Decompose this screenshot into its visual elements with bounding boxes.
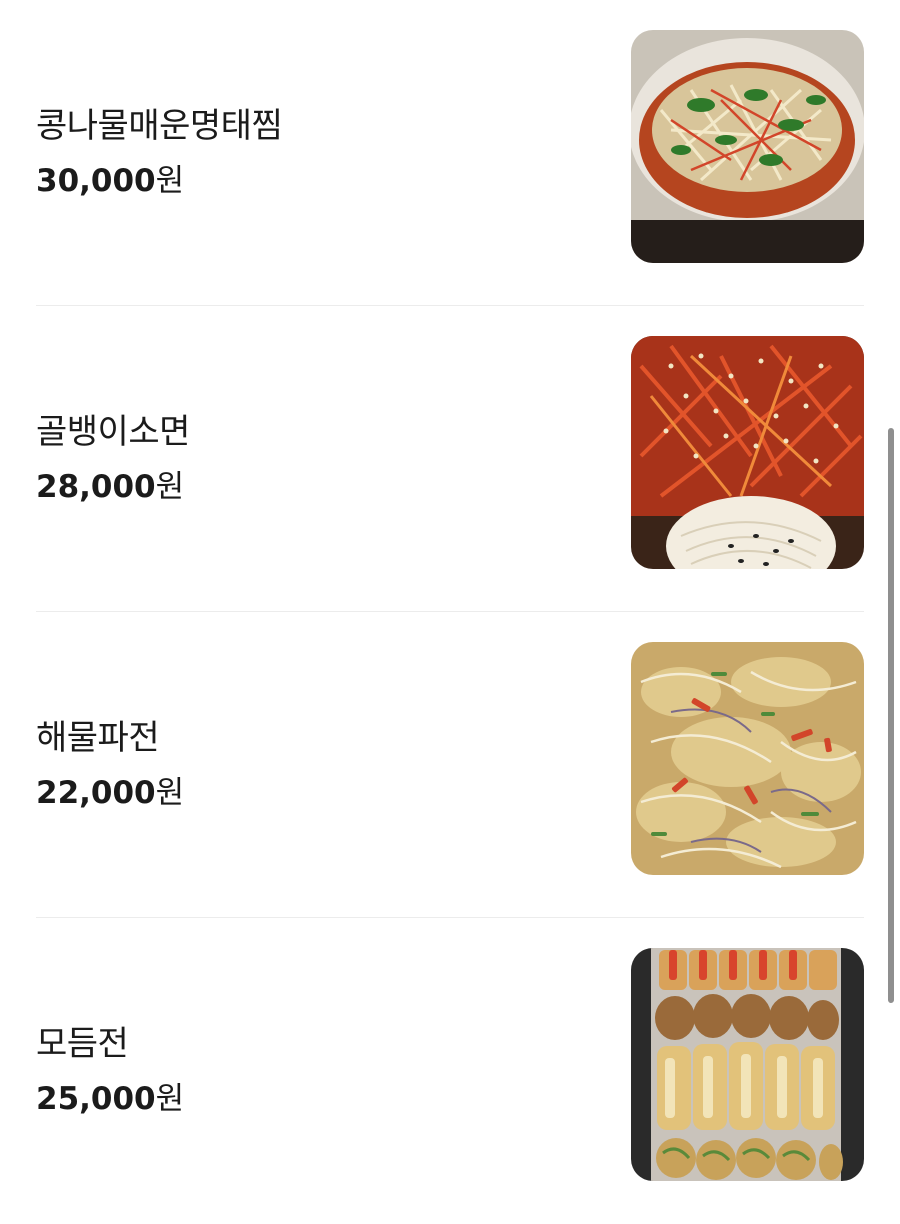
price-unit: 원 xyxy=(155,1081,185,1117)
menu-item-photo-assorted-jeon[interactable] xyxy=(631,948,864,1181)
menu-item-name: 콩나물매운명태찜 xyxy=(36,106,283,146)
menu-item-photo-spicy-pollock[interactable] xyxy=(631,30,864,263)
menu-item-photo-whelk-noodle[interactable] xyxy=(631,336,864,569)
menu-item[interactable]: 골뱅이소면 28,000원 xyxy=(36,306,864,612)
price-unit: 원 xyxy=(155,163,185,199)
menu-item[interactable]: 해물파전 22,000원 xyxy=(36,612,864,918)
menu-list: 콩나물매운명태찜 30,000원 골뱅이소면 28,000원 해물파전 22,0… xyxy=(36,0,864,1224)
price-unit: 원 xyxy=(155,469,185,505)
scrollbar[interactable] xyxy=(888,428,894,1003)
menu-item-photo-seafood-pancake[interactable] xyxy=(631,642,864,875)
menu-item[interactable]: 모듬전 25,000원 xyxy=(36,918,864,1224)
price-value: 25,000 xyxy=(36,1081,156,1117)
menu-item[interactable]: 콩나물매운명태찜 30,000원 xyxy=(36,0,864,306)
menu-item-price: 22,000원 xyxy=(36,767,184,812)
menu-item-price: 25,000원 xyxy=(36,1073,184,1118)
menu-item-name: 해물파전 xyxy=(36,718,160,758)
food-photo-icon xyxy=(631,336,864,569)
menu-item-name: 골뱅이소면 xyxy=(36,412,190,452)
food-photo-icon xyxy=(631,642,864,875)
menu-item-price: 30,000원 xyxy=(36,155,184,200)
menu-item-name: 모듬전 xyxy=(36,1024,129,1064)
price-value: 28,000 xyxy=(36,469,156,505)
price-value: 22,000 xyxy=(36,775,156,811)
food-photo-icon xyxy=(631,30,864,263)
price-value: 30,000 xyxy=(36,163,156,199)
price-unit: 원 xyxy=(155,775,185,811)
food-photo-icon xyxy=(631,948,864,1181)
menu-item-price: 28,000원 xyxy=(36,461,184,506)
